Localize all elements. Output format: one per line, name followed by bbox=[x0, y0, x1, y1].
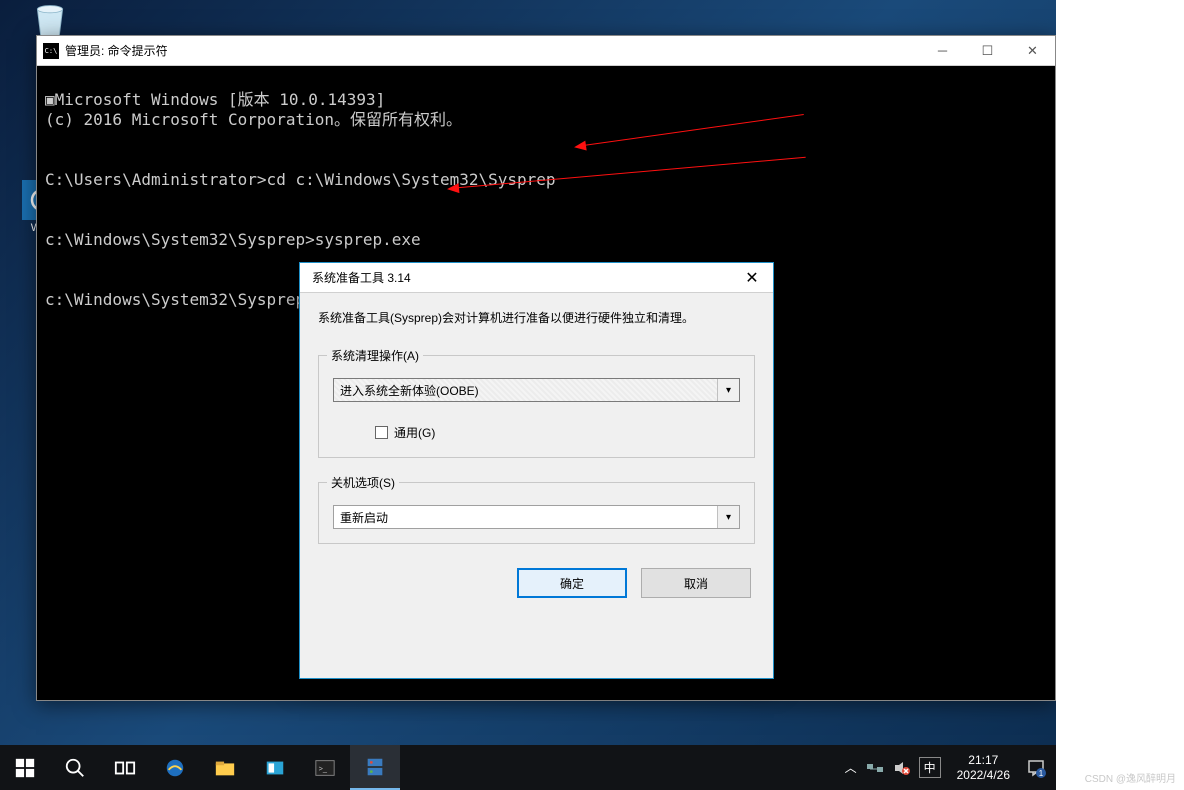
app-icon bbox=[264, 757, 286, 779]
notification-icon[interactable]: 1 bbox=[1026, 758, 1046, 778]
taskbar-explorer[interactable] bbox=[200, 745, 250, 790]
trash-icon bbox=[32, 0, 68, 40]
chevron-down-icon: ▾ bbox=[717, 379, 739, 401]
ie-icon bbox=[164, 757, 186, 779]
desktop: Winr C:\ 管理员: 命令提示符 ─ ☐ ✕ ▣Microsoft Win… bbox=[0, 0, 1056, 745]
console-line: c:\Windows\System32\Sysprep>sysprep.exe bbox=[45, 230, 421, 249]
cleanup-action-group: 系统清理操作(A) 进入系统全新体验(OOBE) ▾ 通用(G) bbox=[318, 355, 755, 458]
svg-text:>_: >_ bbox=[319, 763, 328, 772]
svg-text:1: 1 bbox=[1039, 769, 1044, 778]
clock-time: 21:17 bbox=[957, 753, 1010, 768]
search-button[interactable] bbox=[50, 745, 100, 790]
network-icon[interactable] bbox=[865, 760, 885, 776]
cancel-button-label: 取消 bbox=[684, 575, 708, 592]
console-line: Microsoft Windows [版本 10.0.14393] bbox=[55, 90, 386, 109]
watermark: CSDN @逸风醉明月 bbox=[1085, 770, 1176, 785]
chevron-down-icon: ▾ bbox=[717, 506, 739, 528]
server-manager-icon bbox=[364, 756, 386, 778]
maximize-button[interactable]: ☐ bbox=[965, 36, 1010, 65]
shutdown-options-group: 关机选项(S) 重新启动 ▾ bbox=[318, 482, 755, 544]
sysprep-description: 系统准备工具(Sysprep)会对计算机进行准备以便进行硬件独立和清理。 bbox=[318, 309, 755, 327]
shutdown-options-label: 关机选项(S) bbox=[327, 474, 399, 491]
taskbar-ie[interactable] bbox=[150, 745, 200, 790]
cmd-titlebar[interactable]: C:\ 管理员: 命令提示符 ─ ☐ ✕ bbox=[37, 36, 1055, 66]
volume-icon[interactable] bbox=[893, 760, 911, 776]
cleanup-action-select[interactable]: 进入系统全新体验(OOBE) ▾ bbox=[333, 378, 740, 402]
taskbar-cmd[interactable]: >_ bbox=[300, 745, 350, 790]
ime-indicator[interactable]: 中 bbox=[919, 757, 941, 778]
console-line: C:\Users\Administrator>cd c:\Windows\Sys… bbox=[45, 170, 556, 189]
close-button[interactable]: ✕ bbox=[731, 263, 773, 292]
cancel-button[interactable]: 取消 bbox=[641, 568, 751, 598]
taskbar-server-manager[interactable] bbox=[350, 745, 400, 790]
console-line: c:\Windows\System32\Sysprep> bbox=[45, 290, 315, 309]
close-button[interactable]: ✕ bbox=[1010, 36, 1055, 65]
tray-chevron-icon[interactable]: ︿ bbox=[845, 759, 857, 776]
generalize-checkbox-row[interactable]: 通用(G) bbox=[333, 424, 740, 441]
console-line: (c) 2016 Microsoft Corporation。保留所有权利。 bbox=[45, 110, 462, 129]
clock-date: 2022/4/26 bbox=[957, 768, 1010, 783]
taskview-icon bbox=[114, 757, 136, 779]
ok-button-label: 确定 bbox=[560, 575, 584, 592]
taskbar: >_ ︿ 中 21:17 2022/4/26 bbox=[0, 745, 1056, 790]
shutdown-options-select[interactable]: 重新启动 ▾ bbox=[333, 505, 740, 529]
sysprep-dialog: 系统准备工具 3.14 ✕ 系统准备工具(Sysprep)会对计算机进行准备以便… bbox=[299, 262, 774, 679]
taskview-button[interactable] bbox=[100, 745, 150, 790]
start-button[interactable] bbox=[0, 745, 50, 790]
cleanup-action-label: 系统清理操作(A) bbox=[327, 347, 423, 364]
cmd-icon: >_ bbox=[314, 757, 336, 779]
explorer-icon bbox=[214, 757, 236, 779]
search-icon bbox=[64, 757, 86, 779]
system-tray: ︿ 中 21:17 2022/4/26 1 bbox=[845, 753, 1056, 783]
sysprep-titlebar[interactable]: 系统准备工具 3.14 ✕ bbox=[300, 263, 773, 293]
ok-button[interactable]: 确定 bbox=[517, 568, 627, 598]
generalize-label: 通用(G) bbox=[394, 424, 435, 441]
minimize-button[interactable]: ─ bbox=[920, 36, 965, 65]
generalize-checkbox[interactable] bbox=[375, 426, 388, 439]
taskbar-clock[interactable]: 21:17 2022/4/26 bbox=[949, 753, 1018, 783]
taskbar-app1[interactable] bbox=[250, 745, 300, 790]
select-value: 重新启动 bbox=[340, 509, 388, 526]
cmd-icon: C:\ bbox=[43, 43, 59, 59]
cmd-title: 管理员: 命令提示符 bbox=[65, 42, 920, 59]
sysprep-title: 系统准备工具 3.14 bbox=[312, 269, 731, 286]
select-value: 进入系统全新体验(OOBE) bbox=[340, 382, 479, 399]
windows-icon bbox=[14, 757, 36, 779]
